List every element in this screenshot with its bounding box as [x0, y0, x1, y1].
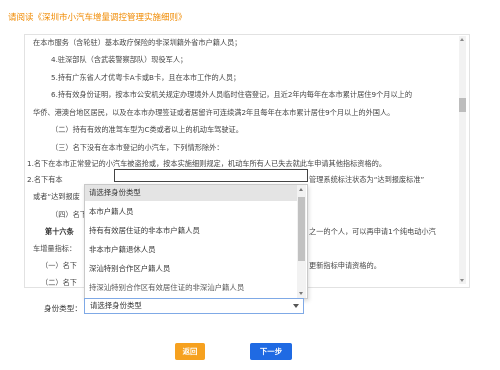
next-step-button[interactable]: 下一步 [250, 343, 292, 360]
doc-line: 2.名下有本 [27, 175, 63, 184]
doc-line: （一）名下 [41, 261, 77, 270]
dropdown-scroll-down-icon[interactable] [299, 292, 303, 295]
dropdown-scrollbar[interactable] [297, 185, 306, 298]
doc-line: 1.名下在本市正常登记的小汽车被盗抢或，按本实施细则规定，机动车所有人已失去就此… [27, 159, 387, 168]
doc-article-heading: 第十六条 [45, 227, 74, 236]
identity-type-select[interactable]: 请选择身份类型 [84, 298, 304, 314]
identity-type-select-value: 请选择身份类型 [90, 301, 142, 310]
doc-line: 在本市服务（含轮驻）基本政疗保险的非深圳籍外省市户籍人员； [33, 38, 242, 47]
dropdown-option-retired-non-local[interactable]: 非本市户籍退休人员 [85, 242, 297, 258]
page-title: 请阅读《深圳市小汽车增量调控管理实施细则》 [8, 13, 187, 23]
scroll-up-icon[interactable] [460, 38, 464, 41]
dropdown-option-placeholder[interactable]: 请选择身份类型 [85, 185, 297, 201]
doc-line: （二）名下 [41, 278, 77, 287]
dropdown-scrollbar-thumb[interactable] [298, 197, 305, 261]
scroll-down-icon[interactable] [460, 279, 464, 282]
dropdown-option-shenshan-hukou[interactable]: 深汕特别合作区户籍人员 [85, 261, 297, 277]
identity-type-label: 身份类型： [44, 304, 82, 313]
doc-line: 管理系统标注状态为“达到报废标准” [309, 175, 425, 184]
chevron-down-icon[interactable] [293, 304, 299, 308]
doc-line: 更新指标申请资格的。 [309, 261, 381, 270]
doc-line: 4.驻深部队（含武装警察部队）现役军人； [51, 55, 188, 64]
doc-line: 车增量指标： [33, 244, 77, 253]
doc-line: 之一的个人，可以再申请1个纯电动小汽 [309, 227, 436, 236]
back-button[interactable]: 返回 [175, 343, 205, 360]
document-scrollbar[interactable] [459, 36, 466, 284]
doc-line: 华侨、港澳台地区居民，以及在本市办理签证或者居留许可连续满2年且每年在本市累计居… [33, 108, 395, 117]
dropdown-option-shenshan-residence-permit[interactable]: 持深汕特别合作区有效居住证的非深汕户籍人员 [85, 280, 297, 296]
doc-line: （四）名下 [51, 210, 87, 219]
doc-line: 或者“达到报废 [33, 192, 80, 201]
highlighted-input-field[interactable] [114, 169, 308, 182]
doc-line: （二）持有有效的准驾车型为C类或者以上的机动车驾驶证。 [51, 125, 243, 134]
page-header: 请阅读《深圳市小汽车增量调控管理实施细则》 [0, 0, 500, 32]
dropdown-scroll-up-icon[interactable] [299, 188, 303, 191]
scrollbar-thumb[interactable] [459, 98, 466, 112]
doc-line: （三）名下没有在本市登记的小汽车，下列情形除外： [51, 143, 224, 152]
identity-type-dropdown-list[interactable]: 请选择身份类型 本市户籍人员 持有有效居住证的非本市户籍人员 非本市户籍退休人员… [84, 184, 308, 299]
doc-line: 6.持有效身份证明，按本市公安机关规定办理境外人员临时住宿登记，且近2年内每年在… [51, 90, 413, 99]
dropdown-option-residence-permit[interactable]: 持有有效居住证的非本市户籍人员 [85, 223, 297, 239]
dropdown-option-local-hukou[interactable]: 本市户籍人员 [85, 204, 297, 220]
doc-line: 5.持有广东省人才优粤卡A卡或B卡，且在本市工作的人员； [51, 73, 241, 82]
